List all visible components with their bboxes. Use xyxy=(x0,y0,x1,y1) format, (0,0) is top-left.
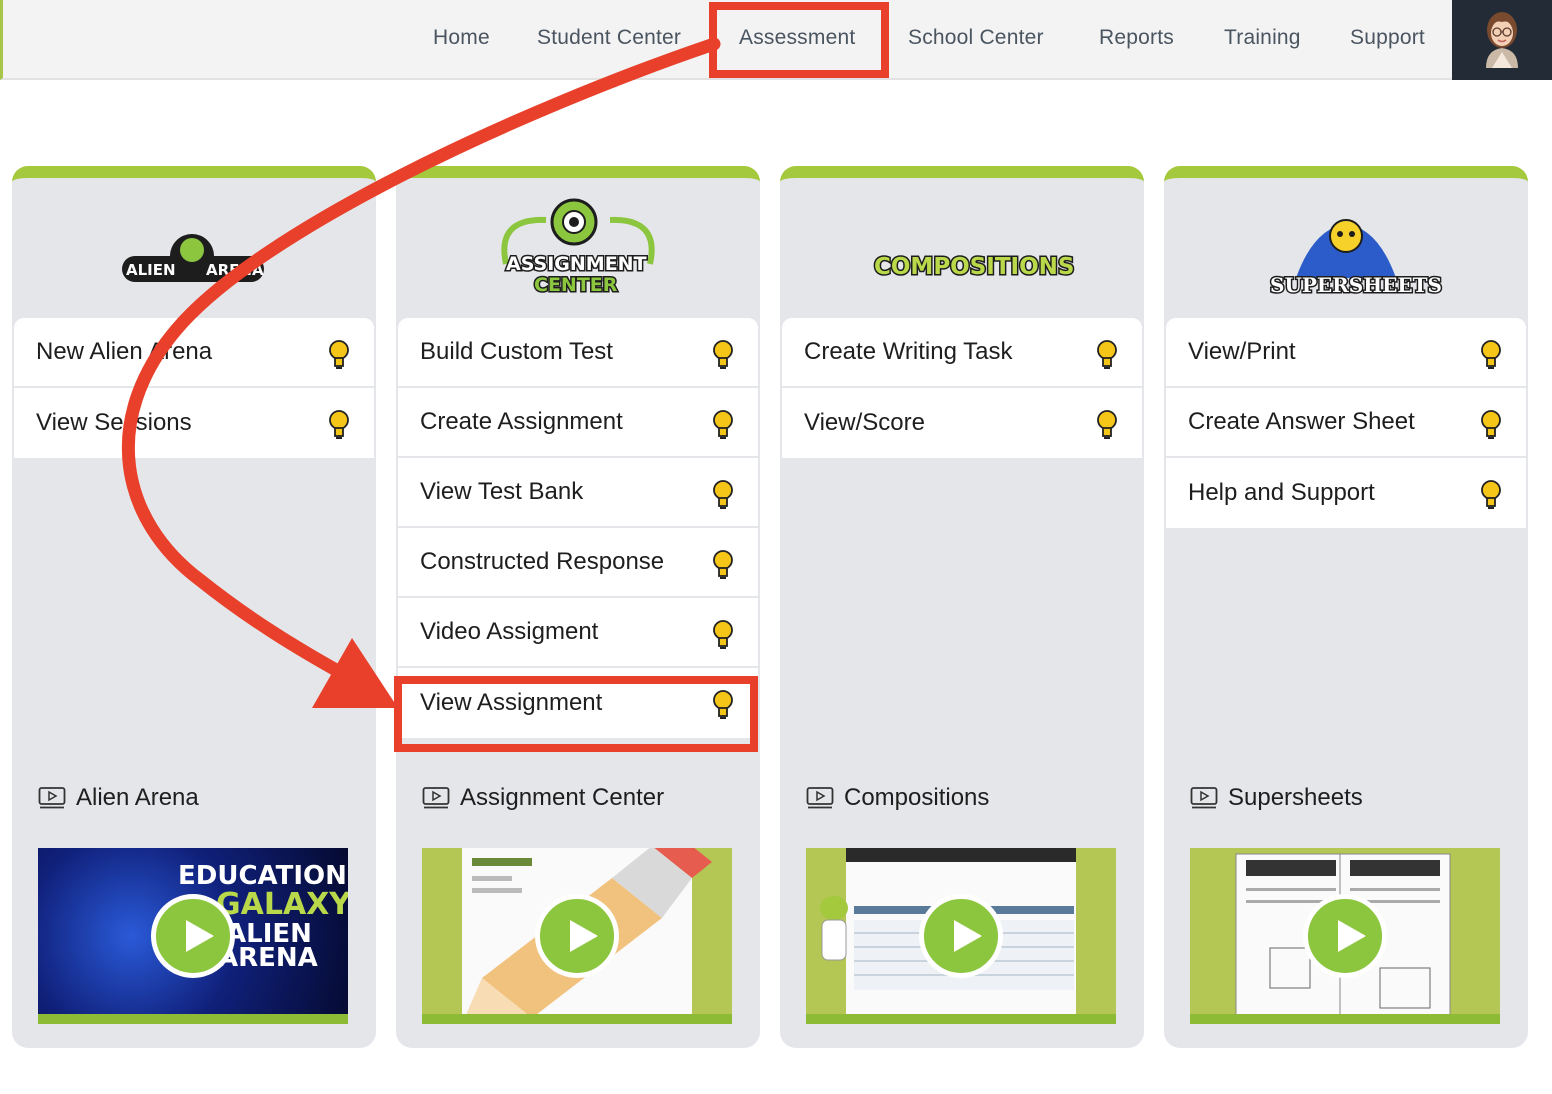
alien-arena-logo: ALIEN ARENA xyxy=(12,178,376,318)
lightbulb-icon[interactable] xyxy=(1096,410,1118,440)
nav-reports[interactable]: Reports xyxy=(1099,26,1174,50)
video-thumbnail-compositions[interactable] xyxy=(806,848,1116,1024)
card-compositions: COMPOSITIONS Create Writing Task View/Sc… xyxy=(780,166,1144,1048)
video-thumbnail-alien-arena[interactable]: EDUCATION GALAXY ALIEN ARENA xyxy=(38,848,348,1024)
nav-assessment[interactable]: Assessment xyxy=(739,26,855,50)
lightbulb-icon[interactable] xyxy=(712,550,734,580)
card-assignment-center: ASSIGNMENT CENTER Build Custom Test Crea… xyxy=(396,166,760,1048)
menu-help-and-support[interactable]: Help and Support xyxy=(1166,458,1526,528)
video-icon xyxy=(1190,787,1218,809)
user-avatar-button[interactable] xyxy=(1452,0,1552,80)
card-alien-arena: ALIEN ARENA New Alien Arena View Session… xyxy=(12,166,376,1048)
menu-build-custom-test[interactable]: Build Custom Test xyxy=(398,318,758,388)
menu-video-assignment[interactable]: Video Assigment xyxy=(398,598,758,668)
menu-create-answer-sheet[interactable]: Create Answer Sheet xyxy=(1166,388,1526,458)
video-icon xyxy=(422,787,450,809)
assignment-center-menu: Build Custom Test Create Assignment View… xyxy=(398,318,758,738)
video-thumbnail-assignment-center[interactable] xyxy=(422,848,732,1024)
assignment-center-logo: ASSIGNMENT CENTER xyxy=(396,178,760,318)
nav-support[interactable]: Support xyxy=(1350,26,1425,50)
lightbulb-icon[interactable] xyxy=(1480,410,1502,440)
lightbulb-icon[interactable] xyxy=(1096,340,1118,370)
menu-view-assignment[interactable]: View Assignment xyxy=(398,668,758,738)
menu-view-print[interactable]: View/Print xyxy=(1166,318,1526,388)
nav-training[interactable]: Training xyxy=(1224,26,1301,50)
menu-create-writing-task[interactable]: Create Writing Task xyxy=(782,318,1142,388)
video-icon xyxy=(806,787,834,809)
lightbulb-icon[interactable] xyxy=(1480,480,1502,510)
svg-text:ARENA: ARENA xyxy=(206,261,264,279)
lightbulb-icon[interactable] xyxy=(328,340,350,370)
nav-school-center[interactable]: School Center xyxy=(908,26,1044,50)
lightbulb-icon[interactable] xyxy=(1480,340,1502,370)
menu-constructed-response[interactable]: Constructed Response xyxy=(398,528,758,598)
video-icon xyxy=(38,787,66,809)
svg-text:SUPERSHEETS: SUPERSHEETS xyxy=(1270,273,1442,297)
supersheets-menu: View/Print Create Answer Sheet Help and … xyxy=(1166,318,1526,528)
menu-create-assignment[interactable]: Create Assignment xyxy=(398,388,758,458)
card-supersheets: SUPERSHEETS View/Print Create Answer She… xyxy=(1164,166,1528,1048)
lightbulb-icon[interactable] xyxy=(712,480,734,510)
video-label-assignment-center: Assignment Center xyxy=(422,784,664,812)
video-label-supersheets: Supersheets xyxy=(1190,784,1363,812)
video-label-compositions: Compositions xyxy=(806,784,989,812)
play-button[interactable] xyxy=(151,894,235,978)
supersheets-logo: SUPERSHEETS xyxy=(1164,178,1528,318)
menu-new-alien-arena[interactable]: New Alien Arena xyxy=(14,318,374,388)
svg-text:CENTER: CENTER xyxy=(534,274,618,296)
lightbulb-icon[interactable] xyxy=(712,690,734,720)
nav-student-center[interactable]: Student Center xyxy=(537,26,681,50)
video-thumbnail-supersheets[interactable] xyxy=(1190,848,1500,1024)
svg-text:ALIEN: ALIEN xyxy=(126,261,176,279)
alien-arena-menu: New Alien Arena View Sessions xyxy=(14,318,374,458)
lightbulb-icon[interactable] xyxy=(712,410,734,440)
menu-view-sessions[interactable]: View Sessions xyxy=(14,388,374,458)
menu-view-score[interactable]: View/Score xyxy=(782,388,1142,458)
svg-text:ASSIGNMENT: ASSIGNMENT xyxy=(506,253,647,275)
top-navigation-bar: Home Student Center Assessment School Ce… xyxy=(0,0,1552,80)
compositions-logo: COMPOSITIONS xyxy=(780,178,1144,318)
avatar xyxy=(1486,12,1518,68)
svg-text:GALAXY: GALAXY xyxy=(216,887,348,922)
lightbulb-icon[interactable] xyxy=(712,620,734,650)
play-button[interactable] xyxy=(919,894,1003,978)
nav-home[interactable]: Home xyxy=(433,26,490,50)
svg-text:COMPOSITIONS: COMPOSITIONS xyxy=(874,254,1074,280)
lightbulb-icon[interactable] xyxy=(328,410,350,440)
menu-view-test-bank[interactable]: View Test Bank xyxy=(398,458,758,528)
compositions-menu: Create Writing Task View/Score xyxy=(782,318,1142,458)
play-button[interactable] xyxy=(1303,894,1387,978)
play-button[interactable] xyxy=(535,894,619,978)
lightbulb-icon[interactable] xyxy=(712,340,734,370)
video-label-alien-arena: Alien Arena xyxy=(38,784,199,812)
